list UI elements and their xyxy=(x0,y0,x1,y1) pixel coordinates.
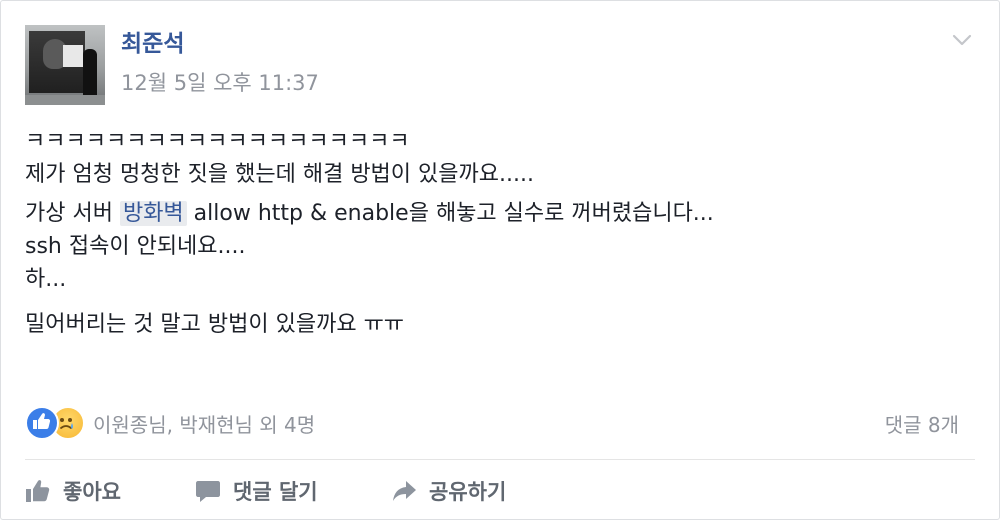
reaction-summary[interactable]: 이원종님, 박재현님 외 4명 xyxy=(25,405,315,441)
comment-button[interactable]: 댓글 달기 xyxy=(195,476,391,506)
post-line: ssh 접속이 안되네요.... xyxy=(25,234,246,259)
post-paragraph-3: 밀어버리는 것 말고 방법이 있을까요 ㅠㅠ xyxy=(25,308,975,341)
post-line: 밀어버리는 것 말고 방법이 있을까요 ㅠㅠ xyxy=(25,312,405,337)
comment-icon xyxy=(196,481,220,502)
chevron-down-icon[interactable] xyxy=(951,29,973,51)
avatar[interactable] xyxy=(25,25,105,105)
like-button[interactable]: 좋아요 xyxy=(25,476,195,506)
share-label: 공유하기 xyxy=(429,480,507,504)
like-label: 좋아요 xyxy=(63,480,121,504)
reaction-names[interactable]: 이원종님, 박재현님 외 4명 xyxy=(93,409,315,438)
post-line: 제가 엄청 멍청한 짓을 했는데 해결 방법이 있을까요..... xyxy=(25,162,534,187)
post-line-suffix: allow http & enable을 해놓고 실수로 꺼버렸습니다... xyxy=(186,201,714,226)
post-card: 최준석 12월 5일 오후 11:37 ㅋㅋㅋㅋㅋㅋㅋㅋㅋㅋㅋㅋㅋㅋㅋㅋㅋㅋㅋ … xyxy=(0,0,1000,520)
divider xyxy=(25,459,975,460)
post-line-prefix: 가상 서버 xyxy=(25,201,120,226)
author-name[interactable]: 최준석 xyxy=(121,29,184,59)
avatar-poster-text xyxy=(63,45,83,67)
share-button[interactable]: 공유하기 xyxy=(391,476,506,506)
avatar-ground xyxy=(25,95,105,105)
avatar-person xyxy=(83,49,97,97)
hashtag-link[interactable]: 방화벽 xyxy=(119,201,187,226)
post-paragraph-2: 가상 서버 방화벽 allow http & enable을 해놓고 실수로 꺼… xyxy=(25,197,975,296)
post-line: ㅋㅋㅋㅋㅋㅋㅋㅋㅋㅋㅋㅋㅋㅋㅋㅋㅋㅋㅋ xyxy=(25,129,410,154)
thumbs-up-icon xyxy=(26,480,50,502)
post-timestamp[interactable]: 12월 5일 오후 11:37 xyxy=(121,69,319,97)
comment-count[interactable]: 댓글 8개 xyxy=(885,409,959,438)
post-paragraph-1: ㅋㅋㅋㅋㅋㅋㅋㅋㅋㅋㅋㅋㅋㅋㅋㅋㅋㅋㅋ 제가 엄청 멍청한 짓을 했는데 해결 … xyxy=(25,125,975,191)
post-line: 하... xyxy=(25,267,67,292)
action-bar: 좋아요 댓글 달기 공유하기 xyxy=(25,471,506,511)
comment-label: 댓글 달기 xyxy=(233,480,318,504)
avatar-poster xyxy=(29,31,85,93)
like-icon xyxy=(25,406,59,440)
post-body: ㅋㅋㅋㅋㅋㅋㅋㅋㅋㅋㅋㅋㅋㅋㅋㅋㅋㅋㅋ 제가 엄청 멍청한 짓을 했는데 해결 … xyxy=(25,125,975,353)
share-icon xyxy=(393,481,416,501)
post-line: 가상 서버 방화벽 allow http & enable을 해놓고 실수로 꺼… xyxy=(25,197,975,230)
